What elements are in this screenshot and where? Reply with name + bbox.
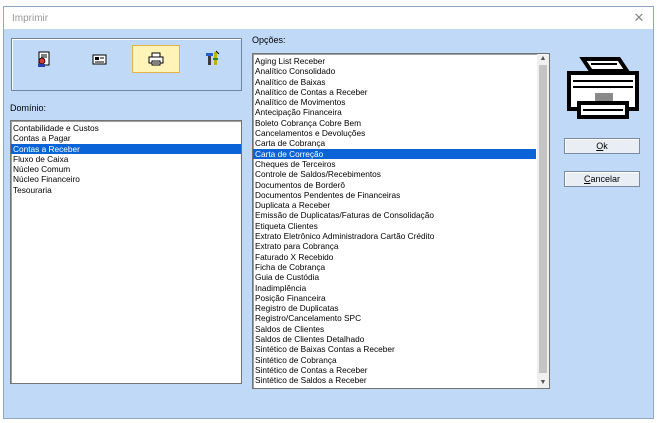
list-item[interactable]: Guia de Custódia xyxy=(253,272,536,282)
list-item[interactable]: Documentos Pendentes de Financeiras xyxy=(253,190,536,200)
list-item[interactable]: Sintético de Baixas Contas a Receber xyxy=(253,344,536,354)
list-item[interactable]: Carta de Cobrança xyxy=(253,138,536,148)
dominio-list: Contabilidade e Custos Contas a Pagar Cont… xyxy=(11,121,241,195)
ok-button[interactable]: Ok xyxy=(564,138,640,154)
list-item[interactable]: Ficha de Cobrança xyxy=(253,262,536,272)
ok-rest: k xyxy=(603,141,608,151)
opcoes-list: Aging List Receber Analítico Consolidado A… xyxy=(253,54,549,386)
list-item[interactable]: Saldos de Clientes xyxy=(253,324,536,334)
list-item[interactable]: Aging List Receber xyxy=(253,56,536,66)
list-item[interactable]: Tesouraria xyxy=(11,185,241,195)
list-item[interactable]: Sintético de Cobrança xyxy=(253,355,536,365)
list-item[interactable]: Etiqueta Clientes xyxy=(253,221,536,231)
title-bar: Imprimir ✕ xyxy=(4,7,653,29)
user-report-icon xyxy=(38,51,50,67)
card-button[interactable] xyxy=(76,45,124,73)
scroll-thumb[interactable] xyxy=(539,65,547,373)
print-dialog: Imprimir ✕ Domínio: Contabilidade e Cust… xyxy=(3,6,654,419)
tools-button[interactable] xyxy=(188,45,236,73)
list-item[interactable]: Núcleo Financeiro xyxy=(11,174,241,184)
list-item[interactable]: Fluxo de Caixa xyxy=(11,154,241,164)
list-item[interactable]: Emissão de Duplicatas/Faturas de Consoli… xyxy=(253,210,536,220)
list-item[interactable]: Registro/Cancelamento SPC xyxy=(253,313,536,323)
tools-icon xyxy=(206,50,220,65)
list-item[interactable]: Contas a Receber xyxy=(11,143,241,154)
list-item[interactable]: Controle de Saldos/Recebimentos xyxy=(253,169,536,179)
list-item[interactable]: Contabilidade e Custos xyxy=(11,123,241,133)
list-item[interactable]: Analítico de Baixas xyxy=(253,77,536,87)
dominio-label: Domínio: xyxy=(10,103,47,113)
user-report-button[interactable] xyxy=(20,45,68,73)
report-type-toolbar xyxy=(11,38,242,91)
dominio-listbox[interactable]: Contabilidade e Custos Contas a Pagar Cont… xyxy=(10,120,242,384)
list-item[interactable]: Saldos de Clientes Detalhado xyxy=(253,334,536,344)
cancel-button[interactable]: Cancelar xyxy=(564,171,640,187)
list-item[interactable]: Cheques de Terceiros xyxy=(253,159,536,169)
list-item[interactable]: Antecipação Financeira xyxy=(253,107,536,117)
list-item[interactable]: Documentos de Borderô xyxy=(253,180,536,190)
list-item[interactable]: Inadimplência xyxy=(253,283,536,293)
opcoes-label: Opções: xyxy=(252,35,286,45)
opcoes-scrollbar[interactable]: ▲ ▼ xyxy=(537,54,549,388)
cancel-rest: ancelar xyxy=(590,174,621,184)
list-item[interactable]: Contas a Pagar xyxy=(11,133,241,143)
opcoes-listbox[interactable]: Aging List Receber Analítico Consolidado A… xyxy=(252,53,550,389)
close-button[interactable]: ✕ xyxy=(631,10,647,26)
window-title: Imprimir xyxy=(12,13,49,24)
list-item[interactable]: Sintético de Saldos a Receber xyxy=(253,375,536,385)
list-item[interactable]: Analítico de Contas a Receber xyxy=(253,87,536,97)
list-item[interactable]: Registro de Duplicatas xyxy=(253,303,536,313)
list-item[interactable]: Posição Financeira xyxy=(253,293,536,303)
printer-icon xyxy=(148,52,164,66)
scroll-up-arrow[interactable]: ▲ xyxy=(537,54,549,64)
list-item[interactable]: Analítico de Movimentos xyxy=(253,97,536,107)
list-item[interactable]: Duplicata a Receber xyxy=(253,200,536,210)
list-item[interactable]: Cancelamentos e Devoluções xyxy=(253,128,536,138)
list-item[interactable]: Extrato Eletrônico Administradora Cartão… xyxy=(253,231,536,241)
list-item[interactable]: Analítico Consolidado xyxy=(253,66,536,76)
list-item[interactable]: Extrato para Cobrança xyxy=(253,241,536,251)
printer-button[interactable] xyxy=(132,45,180,73)
list-item[interactable]: Faturado X Recebido xyxy=(253,252,536,262)
list-item[interactable]: Boleto Cobrança Cobre Bem xyxy=(253,118,536,128)
large-printer-icon xyxy=(567,57,639,119)
list-item[interactable]: Núcleo Comum xyxy=(11,164,241,174)
scroll-down-arrow[interactable]: ▼ xyxy=(537,378,549,388)
list-item[interactable]: Sintético de Contas a Receber xyxy=(253,365,536,375)
list-item[interactable]: Carta de Correção xyxy=(253,148,536,159)
card-icon xyxy=(92,54,107,65)
